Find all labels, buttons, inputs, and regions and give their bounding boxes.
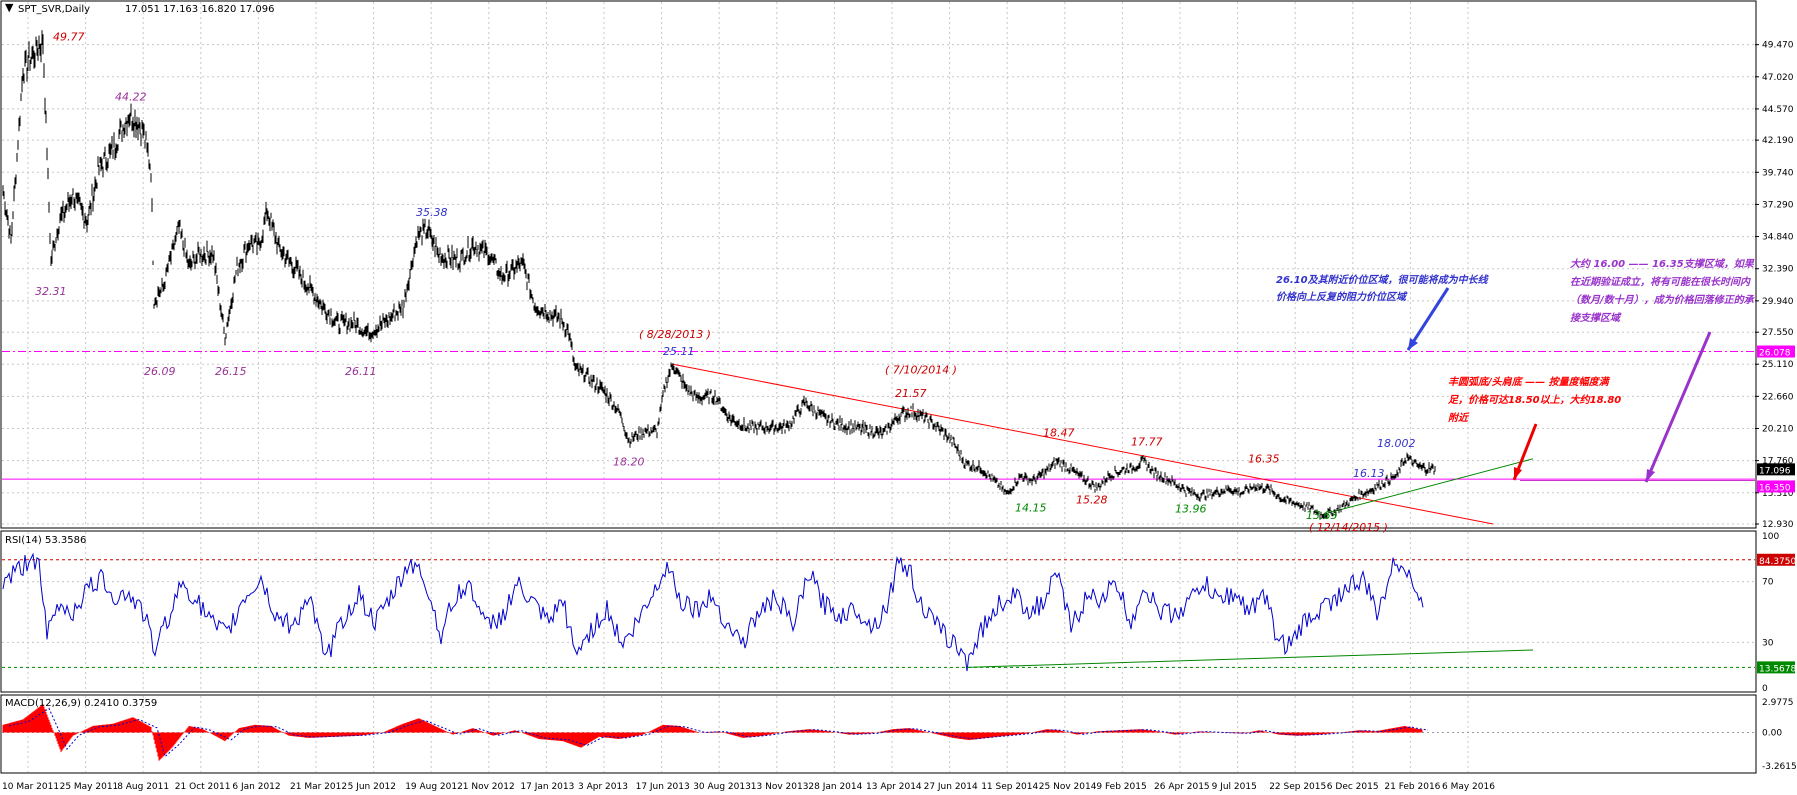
badge-26078: 26.078 — [1759, 349, 1791, 359]
price-annotation: 26.11 — [345, 365, 377, 378]
y-tick-label: 12.930 — [1762, 520, 1794, 530]
price-annotation: 16.35 — [1248, 453, 1280, 466]
x-tick-label: 25 Nov 2014 — [1039, 782, 1097, 792]
price-annotation: 17.77 — [1131, 436, 1163, 449]
x-tick-label: 17 Jun 2013 — [636, 782, 690, 792]
x-tick-label: 28 Jan 2014 — [808, 782, 862, 792]
price-annotation: ( 12/14/2015 ) — [1309, 521, 1388, 534]
y-tick-label: 25.110 — [1762, 360, 1794, 370]
price-annotation: 26.09 — [144, 365, 176, 378]
price-annotation: 26.15 — [215, 365, 247, 378]
x-tick-label: 25 May 2011 — [60, 782, 119, 792]
price-annotation: 13.96 — [1175, 503, 1207, 516]
y-tick-label: 22.660 — [1762, 392, 1794, 402]
ohlc-values: 17.051 17.163 16.820 17.096 — [125, 4, 275, 15]
price-annotation: 14.15 — [1015, 501, 1047, 514]
x-tick-label: 5 Jun 2012 — [348, 782, 396, 792]
x-tick-label: 19 Aug 2012 — [405, 782, 463, 792]
x-tick-label: 30 Aug 2013 — [693, 782, 751, 792]
price-annotation: 16.13 — [1353, 467, 1385, 480]
x-tick-label: 10 Mar 2011 — [2, 782, 59, 792]
x-tick-label: 13 Apr 2014 — [866, 782, 922, 792]
symbol-title: SPT_SVR,Daily — [18, 4, 90, 15]
y-tick-label: 49.470 — [1762, 41, 1794, 51]
badge-price: 17.096 — [1759, 466, 1791, 476]
y-tick-label: 27.550 — [1762, 328, 1794, 338]
rsi-tick-label: 70 — [1762, 578, 1774, 588]
collapse-triangle-icon[interactable]: ▼ — [5, 1, 14, 14]
price-annotation: 18.47 — [1043, 426, 1075, 439]
x-tick-label: 27 Jun 2014 — [924, 782, 978, 792]
y-tick-label: 29.940 — [1762, 297, 1794, 307]
x-tick-label: 21 Oct 2011 — [175, 782, 231, 792]
macd-tick-label: 2.9775 — [1762, 698, 1794, 708]
badge-16350: 16.350 — [1759, 483, 1791, 493]
note-blue-container: 26.10及其附近价位区域，很可能将成为中长线价格向上反复的阻力价位区域 — [1276, 275, 1488, 303]
x-tick-label: 9 Jul 2015 — [1212, 782, 1257, 792]
price-annotation: 18.002 — [1377, 437, 1416, 450]
price-annotation: 15.28 — [1076, 493, 1108, 506]
badge-rsi-low: 13.5678 — [1759, 664, 1796, 674]
rsi-title: RSI(14) 53.3586 — [5, 535, 86, 546]
y-tick-label: 42.190 — [1762, 136, 1794, 146]
x-tick-label: 9 Feb 2015 — [1096, 782, 1146, 792]
note-purple: 大约 16.00 —— 16.35支撑区域，如果在近期验证成立，将有可能在很长时… — [1570, 259, 1754, 324]
rsi-tick-label: 30 — [1762, 638, 1774, 648]
x-tick-label: 22 Sep 2015 — [1269, 782, 1326, 792]
x-tick-label: 21 Mar 2012 — [290, 782, 347, 792]
x-tick-label: 3 Apr 2013 — [578, 782, 628, 792]
note-purple-container: 大约 16.00 —— 16.35支撑区域，如果在近期验证成立，将有可能在很长时… — [1570, 259, 1754, 324]
x-tick-label: 21 Feb 2016 — [1384, 782, 1440, 792]
price-annotation: ( 7/10/2014 ) — [885, 364, 957, 377]
x-tick-label: 11 Sep 2014 — [981, 782, 1038, 792]
note-red: 丰圆弧底/头肩底 —— 按量度幅度满足，价格可达18.50以上，大约18.80附… — [1448, 377, 1622, 424]
y-tick-label: 44.570 — [1762, 105, 1794, 115]
note-blue: 26.10及其附近价位区域，很可能将成为中长线价格向上反复的阻力价位区域 — [1276, 275, 1488, 303]
macd-tick-label: -3.2615 — [1762, 762, 1797, 772]
price-annotation: 49.77 — [53, 30, 85, 43]
x-tick-label: 17 Jan 2013 — [520, 782, 574, 792]
price-annotation: 18.20 — [613, 455, 645, 468]
rsi-tick-label: 100 — [1762, 532, 1779, 542]
x-tick-label: 6 Jan 2012 — [232, 782, 280, 792]
badge-rsi-high: 84.3750 — [1759, 557, 1796, 567]
rsi-tick-label: 0 — [1762, 684, 1768, 694]
price-annotation: ( 8/28/2013 ) — [639, 328, 711, 341]
price-annotation: 35.38 — [416, 206, 448, 219]
price-annotation: 44.22 — [115, 91, 147, 104]
y-tick-label: 20.210 — [1762, 424, 1794, 434]
x-tick-label: 13 Nov 2013 — [751, 782, 809, 792]
y-tick-label: 32.390 — [1762, 265, 1794, 275]
chart-canvas: ▼ SPT_SVR,Daily 17.051 17.163 16.820 17.… — [0, 0, 1797, 795]
macd-tick-label: 0.00 — [1762, 728, 1782, 738]
x-tick-label: 8 Aug 2011 — [117, 782, 169, 792]
price-annotation: 21.57 — [895, 387, 927, 400]
x-tick-label: 6 May 2016 — [1442, 782, 1495, 792]
y-tick-label: 39.740 — [1762, 168, 1794, 178]
y-tick-label: 47.020 — [1762, 73, 1794, 83]
y-tick-label: 34.840 — [1762, 233, 1794, 243]
y-tick-label: 37.290 — [1762, 200, 1794, 210]
x-tick-label: 6 Dec 2015 — [1327, 782, 1379, 792]
price-annotation: 32.31 — [35, 285, 67, 298]
note-red-container: 丰圆弧底/头肩底 —— 按量度幅度满足，价格可达18.50以上，大约18.80附… — [1448, 377, 1622, 424]
macd-title: MACD(12,26,9) 0.2410 0.3759 — [5, 698, 157, 709]
x-tick-label: 26 Apr 2015 — [1154, 782, 1210, 792]
x-tick-label: 1 Nov 2012 — [463, 782, 515, 792]
price-annotation: 25.11 — [663, 345, 695, 358]
